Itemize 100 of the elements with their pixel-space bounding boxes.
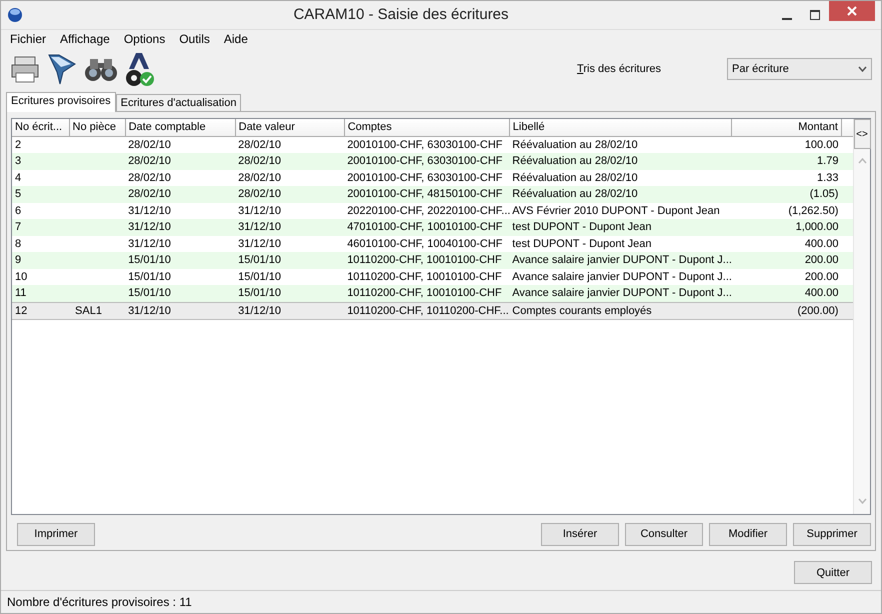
table-cell: 5 [12,186,70,203]
table-cell: 15/01/10 [125,268,236,286]
menu-item[interactable]: Outils [172,30,217,48]
table-row[interactable]: 6 31/12/10 31/12/10 20220100-CHF, 20220100-CHF... AVS Février 2010 DUPONT - Dupont Jean (1,262.50) [12,202,853,220]
table-cell: 10110200-CHF, 10010100-CHF [344,252,510,269]
table-cell: 31/12/10 [235,236,344,252]
sort-label: Tris des écritures [577,62,661,78]
tab[interactable]: Ecritures d'actualisation [116,94,242,112]
table-cell: 31/12/10 [235,219,344,236]
table-cell: 20010100-CHF, 63030100-CHF [344,170,510,186]
column-header[interactable]: Date valeur [235,119,344,136]
column-header[interactable]: Libellé [509,119,732,136]
table-cell: 31/12/10 [125,302,236,320]
table-cell: 10110200-CHF, 10110200-CHF... [344,302,510,320]
table-cell: 1.33 [731,170,842,186]
table-row[interactable]: 2 28/02/10 28/02/10 20010100-CHF, 63030100-CHF Réévaluation au 28/02/10 100.00 [12,136,853,154]
table-cell: 200.00 [731,268,842,286]
table-cell: Comptes courants employés [509,302,732,320]
table-cell: 15/01/10 [125,252,236,269]
table-cell: Réévaluation au 28/02/10 [509,136,732,154]
table-cell: 12 [12,302,70,320]
table-cell: 20010100-CHF, 63030100-CHF [344,136,510,154]
action-button[interactable]: Consulter [625,522,703,546]
table-cell: 15/01/10 [235,268,344,286]
table-row[interactable]: 3 28/02/10 28/02/10 20010100-CHF, 63030100-CHF Réévaluation au 28/02/10 1.79 [12,153,853,170]
window-title: CARAM10 - Saisie des écritures [292,4,510,25]
table-cell: 400.00 [731,285,842,302]
table-cell: 28/02/10 [235,170,344,186]
action-button[interactable]: Insérer [541,522,619,546]
column-header[interactable]: No écrit... [12,119,70,136]
table-row[interactable]: 11 15/01/10 15/01/10 10110200-CHF, 10010100-CHF Avance salaire janvier DUPONT - Dupont J... 400.00 [12,285,853,302]
table-cell: Réévaluation au 28/02/10 [509,153,732,170]
table-cell: test DUPONT - Dupont Jean [509,236,732,252]
table-cell: 15/01/10 [235,285,344,302]
status-bar-text: Nombre d'écritures provisoires : 11 [6,594,193,612]
table-cell: (1.05) [731,186,842,203]
table-cell: test DUPONT - Dupont Jean [509,219,732,236]
menu-item[interactable]: Fichier [3,30,54,48]
table-cell: 47010100-CHF, 10010100-CHF [344,219,510,236]
table-cell: 400.00 [731,236,842,252]
table-cell: 7 [12,219,70,236]
menu-item[interactable]: Options [116,30,172,48]
table-cell: 28/02/10 [125,186,236,203]
table-cell: 31/12/10 [235,202,344,220]
quit-button[interactable]: Quitter [794,561,872,584]
table-cell: 28/02/10 [235,186,344,203]
table-cell: 28/02/10 [125,170,236,186]
app-icon [7,6,23,24]
table-cell: 200.00 [731,252,842,269]
table-row[interactable]: 4 28/02/10 28/02/10 20010100-CHF, 63030100-CHF Réévaluation au 28/02/10 1.33 [12,170,853,186]
column-header[interactable]: Comptes [344,119,510,136]
table-cell: 1.79 [731,153,842,170]
table-cell: 8 [12,236,70,252]
table-cell: 28/02/10 [125,136,236,154]
action-button[interactable]: Supprimer [793,522,871,546]
table-cell: 10110200-CHF, 10010100-CHF [344,285,510,302]
column-header[interactable]: Date comptable [125,119,236,136]
table-cell: AVS Février 2010 DUPONT - Dupont Jean [509,202,732,220]
table-row[interactable]: 12 SAL1 31/12/10 31/12/10 10110200-CHF, 10110200-CHF... Comptes courants employés (200.00) [12,302,853,320]
table-cell: 31/12/10 [125,202,236,220]
table-cell: Avance salaire janvier DUPONT - Dupont J... [509,252,732,269]
table-cell: 20220100-CHF, 20220100-CHF... [344,202,510,220]
menu-item[interactable]: Aide [216,30,255,48]
table-cell: 20010100-CHF, 63030100-CHF [344,153,510,170]
table-row[interactable]: 9 15/01/10 15/01/10 10110200-CHF, 10010100-CHF Avance salaire janvier DUPONT - Dupont J... 200.00 [12,252,853,269]
table-cell: 15/01/10 [125,285,236,302]
column-header[interactable]: Montant [731,119,842,136]
table-row[interactable]: 8 31/12/10 31/12/10 46010100-CHF, 10040100-CHF test DUPONT - Dupont Jean 400.00 [12,236,853,252]
maximize-icon [810,10,820,20]
table-cell: Avance salaire janvier DUPONT - Dupont J... [509,268,732,286]
close-button[interactable] [829,1,875,21]
table-cell: 11 [12,285,70,302]
table-cell: 10110200-CHF, 10010100-CHF [344,268,510,286]
table-cell: 9 [12,252,70,269]
table-cell: 2 [12,136,70,154]
sort-dropdown[interactable]: Par écriture [727,58,872,80]
table-cell: Avance salaire janvier DUPONT - Dupont J... [509,285,732,302]
menu-item[interactable]: Affichage [53,30,117,48]
table-cell: 10 [12,268,70,286]
table-row[interactable]: 10 15/01/10 15/01/10 10110200-CHF, 10010100-CHF Avance salaire janvier DUPONT - Dupont J... 200.00 [12,268,853,286]
table-row[interactable]: 5 28/02/10 28/02/10 20010100-CHF, 48150100-CHF Réévaluation au 28/02/10 (1.05) [12,186,853,203]
table-cell: Réévaluation au 28/02/10 [509,170,732,186]
table-row[interactable]: 7 31/12/10 31/12/10 47010100-CHF, 10010100-CHF test DUPONT - Dupont Jean 1,000.00 [12,219,853,236]
column-header[interactable]: No pièce [69,119,126,136]
table-cell: 31/12/10 [235,302,344,320]
column-chooser-button[interactable]: <> [854,119,870,150]
table-cell: 28/02/10 [125,153,236,170]
action-button[interactable]: Modifier [709,522,787,546]
action-button[interactable]: Imprimer [17,522,95,546]
table-cell: 28/02/10 [235,153,344,170]
table-cell: 4 [12,170,70,186]
table-cell: (1,262.50) [731,202,842,220]
table-cell: 3 [12,153,70,170]
tab[interactable]: Ecritures provisoires [6,92,116,112]
table-cell: 6 [12,202,70,220]
table-cell: 31/12/10 [125,236,236,252]
table-cell: 28/02/10 [235,136,344,154]
table-cell: 20010100-CHF, 48150100-CHF [344,186,510,203]
table-cell: 1,000.00 [731,219,842,236]
close-icon [847,6,857,16]
